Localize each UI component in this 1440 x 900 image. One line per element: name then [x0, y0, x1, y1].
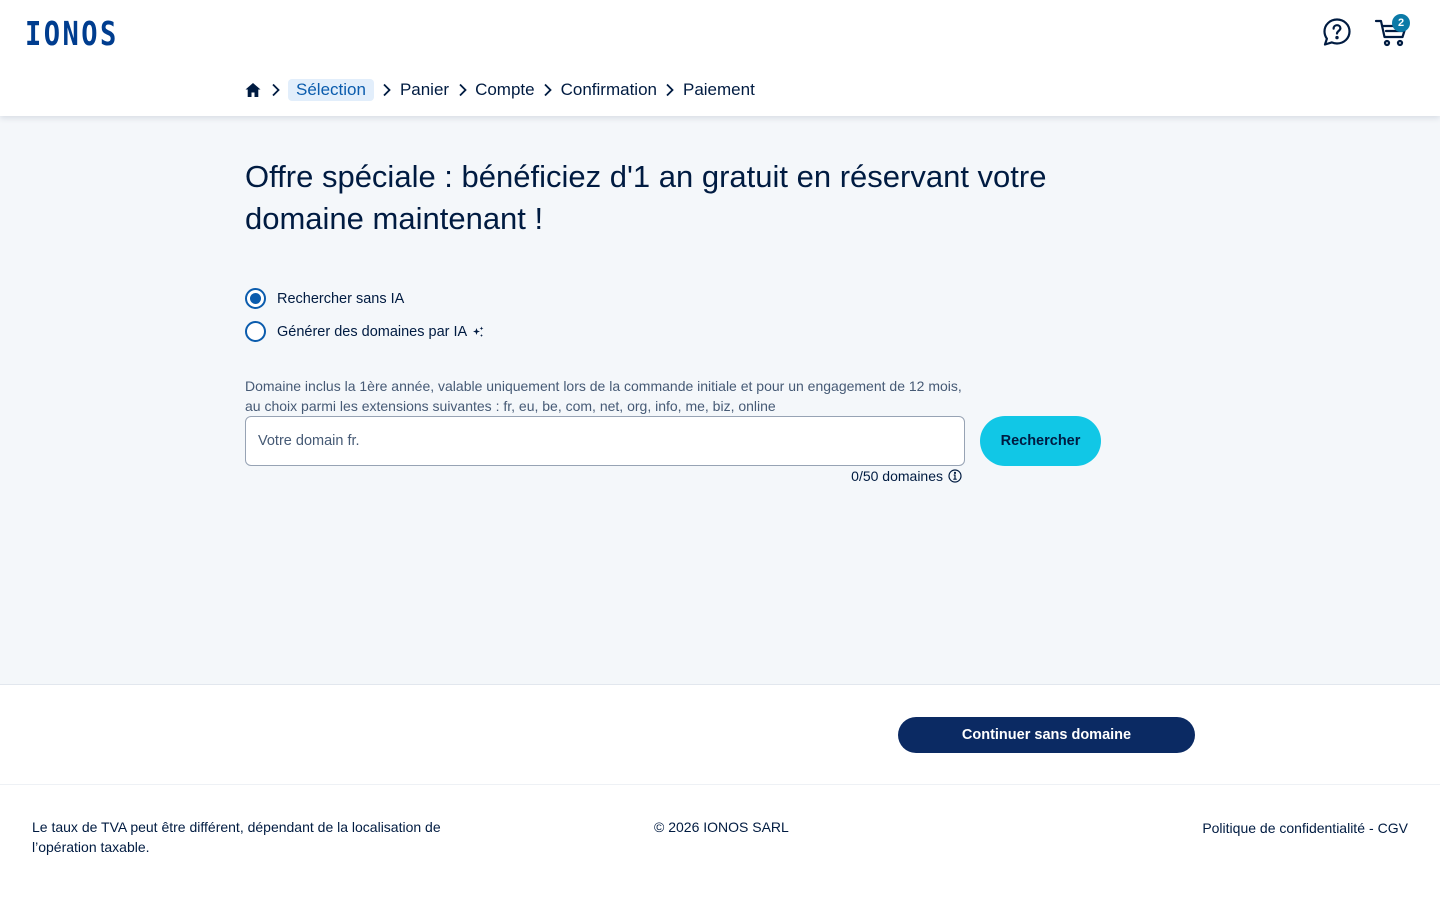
breadcrumb-item-compte[interactable]: Compte — [475, 80, 535, 100]
chevron-right-icon — [449, 82, 475, 98]
site-header: IONOS 2 Sélection Panier Compte Confirma… — [0, 0, 1440, 116]
radio-search-without-ai[interactable]: Rechercher sans IA — [245, 288, 404, 309]
radio-generate-with-ai[interactable]: Générer des domaines par IA — [245, 321, 484, 342]
home-icon[interactable] — [244, 81, 262, 99]
copyright: © 2026 IONOS SARL — [654, 819, 789, 835]
info-icon[interactable] — [948, 469, 962, 483]
checkout-breadcrumb: Sélection Panier Compte Confirmation Pai… — [244, 78, 755, 102]
cart-count-badge: 2 — [1392, 14, 1410, 32]
page-title: Offre spéciale : bénéficiez d'1 an gratu… — [245, 159, 1047, 236]
footer-links: Politique de confidentialité - CGV — [1202, 818, 1408, 838]
domain-counter-text: 0/50 domaines — [851, 468, 943, 484]
domain-offer-info: Domaine inclus la 1ère année, valable un… — [245, 378, 962, 414]
chevron-right-icon — [374, 82, 400, 98]
breadcrumb-item-confirmation[interactable]: Confirmation — [561, 80, 657, 100]
site-footer: Le taux de TVA peut être différent, dépe… — [0, 784, 1440, 900]
radio-label: Générer des domaines par IA — [277, 323, 468, 340]
privacy-policy-link[interactable]: Politique de confidentialité — [1202, 818, 1365, 838]
vat-notice: Le taux de TVA peut être différent, dépe… — [32, 819, 441, 855]
radio-button-selected[interactable] — [245, 288, 266, 309]
cgv-link[interactable]: CGV — [1378, 818, 1408, 838]
help-chat-icon[interactable] — [1321, 16, 1353, 48]
domain-counter: 0/50 domaines — [700, 466, 962, 486]
domain-search-input[interactable] — [245, 416, 965, 466]
radio-label: Rechercher sans IA — [277, 290, 405, 307]
search-button[interactable]: Rechercher — [980, 416, 1101, 466]
continue-without-domain-button[interactable]: Continuer sans domaine — [898, 717, 1195, 753]
action-bar: Continuer sans domaine — [0, 684, 1440, 784]
domain-search-section: Offre spéciale : bénéficiez d'1 an gratu… — [0, 116, 1440, 684]
breadcrumb-item-selection[interactable]: Sélection — [288, 79, 374, 101]
chevron-right-icon — [657, 82, 683, 98]
chevron-right-icon — [535, 82, 561, 98]
sparkle-icon — [473, 326, 484, 337]
chevron-right-icon — [262, 82, 288, 98]
footer-link-separator: - — [1368, 820, 1374, 836]
breadcrumb-item-paiement[interactable]: Paiement — [683, 80, 755, 100]
ionos-logo[interactable]: IONOS — [25, 14, 119, 53]
breadcrumb-item-panier[interactable]: Panier — [400, 80, 449, 100]
radio-button[interactable] — [245, 321, 266, 342]
